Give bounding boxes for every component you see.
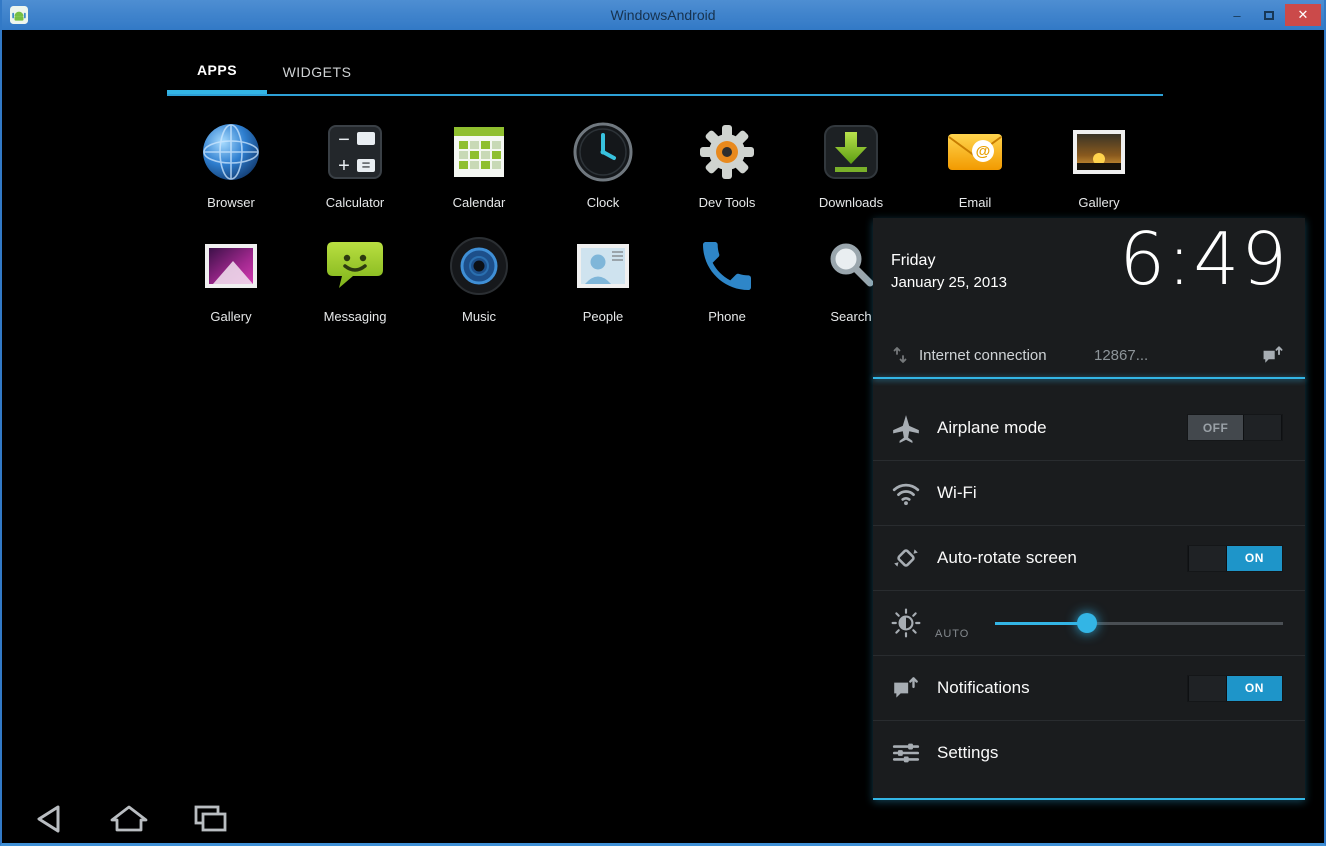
toggle-thumb	[1188, 676, 1227, 701]
nav-recents-button[interactable]	[187, 803, 233, 835]
notification-title: Internet connection	[919, 347, 1094, 364]
tab-apps[interactable]: APPS	[167, 50, 267, 94]
qs-label: Settings	[937, 743, 998, 763]
svg-text:@: @	[976, 143, 991, 160]
app-label: Phone	[708, 309, 746, 324]
app-label: Email	[959, 195, 992, 210]
calculator-icon: − + =	[323, 120, 387, 184]
airplane-toggle[interactable]: OFF	[1187, 414, 1283, 441]
app-label: Clock	[587, 195, 620, 210]
app-music[interactable]: Music	[417, 234, 541, 348]
panel-divider	[873, 377, 1305, 379]
app-calculator[interactable]: − + = Calculator	[293, 120, 417, 234]
window-titlebar: WindowsAndroid – ✕	[2, 0, 1324, 30]
quick-settings-list: Airplane mode OFF Wi-Fi Auto-rotate screen O…	[873, 395, 1305, 785]
app-label: Search	[830, 309, 871, 324]
notification-row[interactable]: Internet connection 12867...	[873, 333, 1305, 377]
toggle-state-label: ON	[1227, 676, 1282, 701]
nav-home-button[interactable]	[106, 803, 152, 835]
wifi-icon	[891, 478, 921, 508]
slider-handle[interactable]	[1077, 613, 1097, 633]
home-icon	[106, 803, 152, 835]
app-dev-tools[interactable]: Dev Tools	[665, 120, 789, 234]
rotate-icon	[891, 543, 921, 573]
calendar-icon	[447, 120, 511, 184]
app-phone[interactable]: Phone	[665, 234, 789, 348]
gallery-sunset-icon	[1067, 120, 1131, 184]
qs-row-brightness[interactable]: AUTO	[873, 590, 1305, 655]
app-label: Calendar	[453, 195, 506, 210]
qs-row-notifications[interactable]: Notifications ON	[873, 655, 1305, 720]
qs-label: Notifications	[937, 678, 1030, 698]
windowsandroid-window: WindowsAndroid – ✕ APPS WIDGETS Browser −…	[0, 0, 1326, 846]
slider-fill	[995, 622, 1087, 625]
auto-brightness-label: AUTO	[935, 628, 969, 640]
notification-message-icon	[1261, 343, 1285, 367]
recents-icon	[187, 803, 233, 835]
browser-icon	[199, 120, 263, 184]
app-label: Gallery	[210, 309, 251, 324]
devtools-icon	[695, 120, 759, 184]
app-label: Dev Tools	[699, 195, 756, 210]
notification-count: 12867...	[1094, 347, 1148, 364]
back-icon	[28, 803, 74, 835]
svg-text:+: +	[338, 155, 350, 177]
app-people[interactable]: People	[541, 234, 665, 348]
android-screen: APPS WIDGETS Browser − + = Calculator Calenda…	[2, 30, 1324, 843]
slider-track[interactable]	[995, 622, 1283, 625]
svg-text:=: =	[362, 157, 371, 174]
messaging-icon	[323, 234, 387, 298]
app-label: Messaging	[324, 309, 387, 324]
qs-row-wifi[interactable]: Wi-Fi	[873, 460, 1305, 525]
app-label: Gallery	[1078, 195, 1119, 210]
phone-icon	[695, 234, 759, 298]
app-label: People	[583, 309, 623, 324]
clock-time: 6:49	[1119, 222, 1289, 298]
music-icon	[447, 234, 511, 298]
gallery-pink-icon	[199, 234, 263, 298]
qs-row-autorotate[interactable]: Auto-rotate screen ON	[873, 525, 1305, 590]
qs-label: Wi-Fi	[937, 483, 977, 503]
clock-block: Friday January 25, 2013 6:49	[873, 218, 1305, 333]
airplane-icon	[891, 413, 921, 443]
app-label: Calculator	[326, 195, 385, 210]
app-clock[interactable]: Clock	[541, 120, 665, 234]
toggle-thumb	[1243, 415, 1282, 440]
qs-row-settings[interactable]: Settings	[873, 720, 1305, 785]
svg-text:−: −	[338, 129, 350, 151]
toggle-state-label: ON	[1227, 546, 1282, 571]
app-messaging[interactable]: Messaging	[293, 234, 417, 348]
app-label: Music	[462, 309, 496, 324]
qs-label: Airplane mode	[937, 418, 1047, 438]
launcher-tabs: APPS WIDGETS	[167, 50, 367, 94]
app-label: Browser	[207, 195, 255, 210]
app-browser[interactable]: Browser	[169, 120, 293, 234]
qs-row-airplane[interactable]: Airplane mode OFF	[873, 395, 1305, 460]
app-gallery[interactable]: Gallery	[169, 234, 293, 348]
tab-widgets[interactable]: WIDGETS	[267, 50, 367, 94]
email-icon: @	[943, 120, 1007, 184]
downloads-icon	[819, 120, 883, 184]
toggle-state-label: OFF	[1188, 415, 1243, 440]
clock-icon	[571, 120, 635, 184]
quick-settings-panel: Friday January 25, 2013 6:49 Internet co…	[873, 218, 1305, 800]
tab-underline	[167, 94, 1163, 96]
notifications-icon	[891, 673, 921, 703]
network-updown-icon	[891, 346, 909, 364]
qs-label: Auto-rotate screen	[937, 548, 1077, 568]
settings-icon	[891, 738, 921, 768]
app-label: Downloads	[819, 195, 883, 210]
notifications-toggle[interactable]: ON	[1187, 675, 1283, 702]
app-email[interactable]: @ Email	[913, 120, 1037, 234]
window-title: WindowsAndroid	[2, 7, 1324, 23]
toggle-thumb	[1188, 546, 1227, 571]
people-icon	[571, 234, 635, 298]
app-calendar[interactable]: Calendar	[417, 120, 541, 234]
autorotate-toggle[interactable]: ON	[1187, 545, 1283, 572]
brightness-slider[interactable]	[995, 610, 1283, 637]
nav-back-button[interactable]	[28, 803, 74, 835]
app-downloads[interactable]: Downloads	[789, 120, 913, 234]
brightness-icon	[891, 608, 921, 638]
